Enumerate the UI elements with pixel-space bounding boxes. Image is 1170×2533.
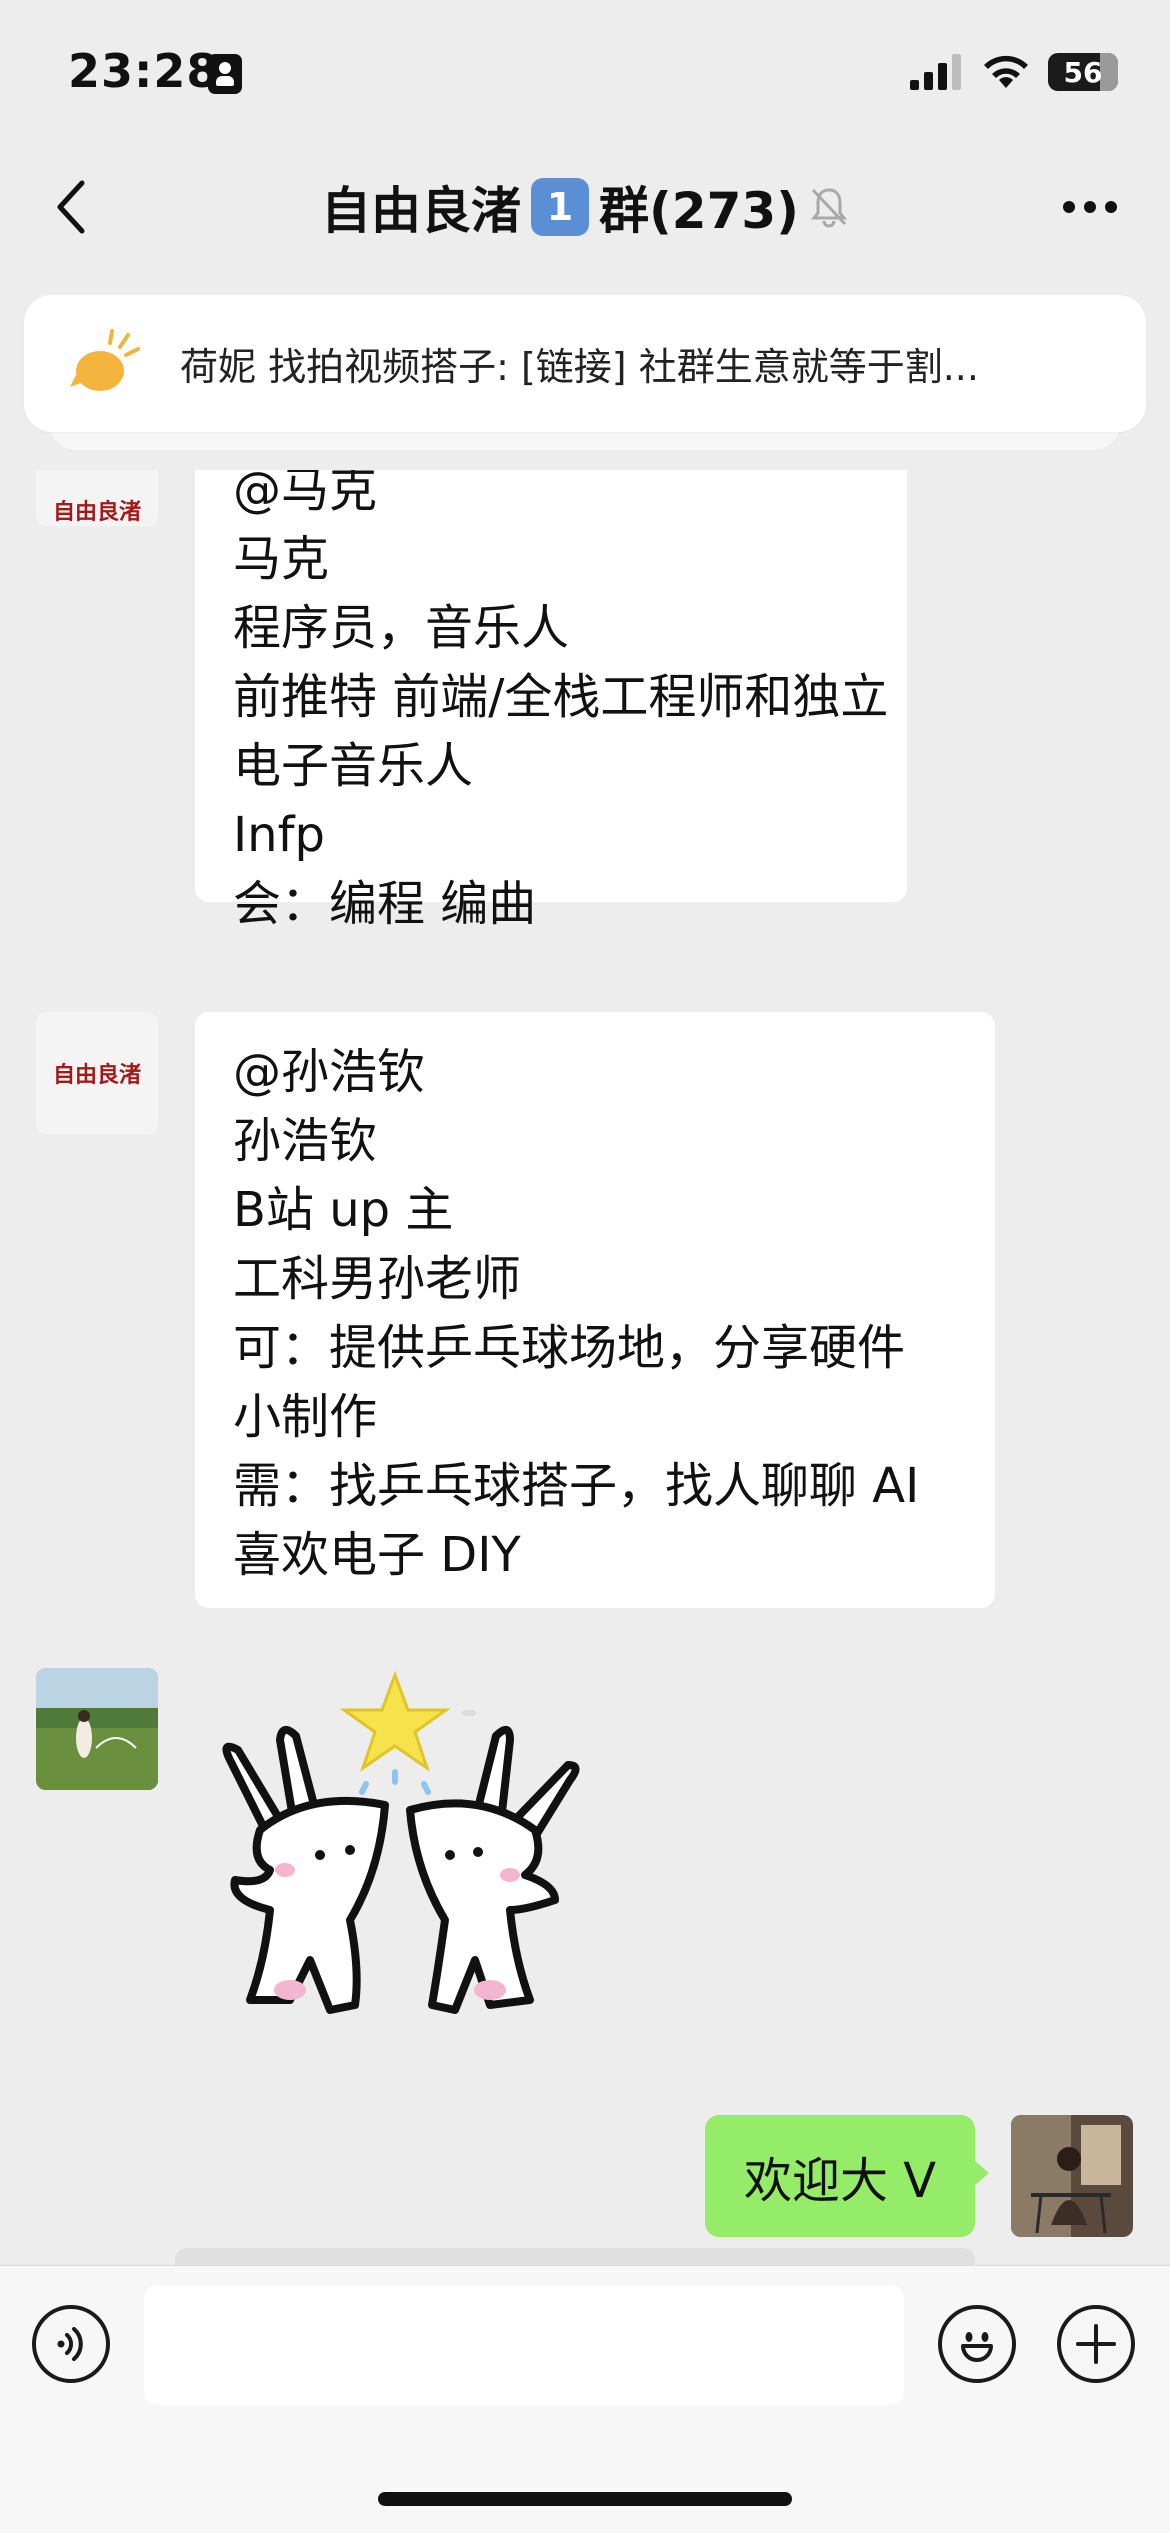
message-line: 前推特 前端/全栈工程师和独立 [233,669,889,725]
avatar-photo [36,1668,158,1790]
self-avatar-photo [1011,2115,1133,2237]
message-line: Infp [233,807,325,863]
avatar-logo-text: 自由良渚 [52,1062,141,1088]
message-line: 可：提供乒乓球场地，分享硬件 [233,1320,906,1376]
message-line: 程序员，音乐人 [233,600,570,656]
self-avatar[interactable] [1011,2115,1133,2237]
message-bubble[interactable]: @孙浩钦 孙浩钦 B站 up 主 工科男孙老师 可：提供乒乓球场地，分享硬件 小… [195,1012,995,1608]
message-line: @孙浩钦 [233,1044,426,1100]
status-icons: 56 [910,50,1118,94]
emoji-button[interactable] [938,2305,1016,2383]
id-card-icon [208,54,242,94]
message-line: 工科男孙老师 [233,1251,522,1307]
wifi-icon [984,55,1028,88]
muted-bell-icon [810,188,848,228]
emoji-icon [961,2332,993,2362]
message-line: 小制作 [233,1389,378,1445]
group-member-count: 群(273) [598,182,800,240]
message-line: @马克 [233,470,378,518]
avatar[interactable]: 自由良渚 [36,470,158,526]
avatar[interactable] [36,1668,158,1790]
battery-level: 56 [1063,55,1103,89]
signal-icon [910,54,961,90]
message-line: 会：编程 编曲 [233,876,537,932]
message-input[interactable] [144,2285,904,2405]
next-message-edge [175,2248,975,2265]
chat-title: 自由良渚 1 群(273) [150,172,1020,242]
self-message-text: 欢迎大 V [743,2153,937,2209]
message-line: 马克 [233,531,330,587]
message-line: 孙浩钦 [233,1113,378,1169]
avatar[interactable]: 自由良渚 [36,1012,158,1134]
voice-button[interactable] [32,2305,110,2383]
chat-message-list[interactable]: 自由良渚 @马克 马克 程序员，音乐人 前推特 前端/全栈工程师和独立 电子音乐… [0,470,1170,2265]
message-line: 电子音乐人 [233,738,474,794]
back-button[interactable] [40,172,100,242]
back-chevron-icon [57,180,85,234]
group-name: 自由良渚 [320,182,521,240]
avatar-logo-text: 自由良渚 [52,499,141,525]
plus-button[interactable] [1057,2305,1135,2383]
keycap-number-badge: 1 [530,178,589,236]
plus-icon [1076,2324,1116,2364]
home-indicator[interactable] [378,2492,792,2506]
announcement-horn-icon [70,328,140,391]
pinned-text: 荷妮 找拍视频搭子: [链接] 社群生意就等于割... [180,345,979,389]
message-bubble[interactable]: @马克 马克 程序员，音乐人 前推特 前端/全栈工程师和独立 电子音乐人 Inf… [195,470,907,932]
message-line: 喜欢电子 DIY [233,1527,521,1583]
high-five-bunnies-sticker[interactable] [210,1670,590,2040]
message-line: 需：找乒乓球搭子，找人聊聊 AI [233,1458,920,1514]
pinned-announcement[interactable]: 荷妮 找拍视频搭子: [链接] 社群生意就等于割... [24,295,1146,432]
more-dots-icon [1063,201,1117,213]
status-time: 23:28 [68,44,220,98]
voice-icon [57,2327,83,2361]
more-button[interactable] [1050,172,1130,242]
self-message-bubble[interactable]: 欢迎大 V [705,2115,989,2237]
message-line: B站 up 主 [233,1182,454,1238]
battery-icon: 56 [1048,53,1118,91]
